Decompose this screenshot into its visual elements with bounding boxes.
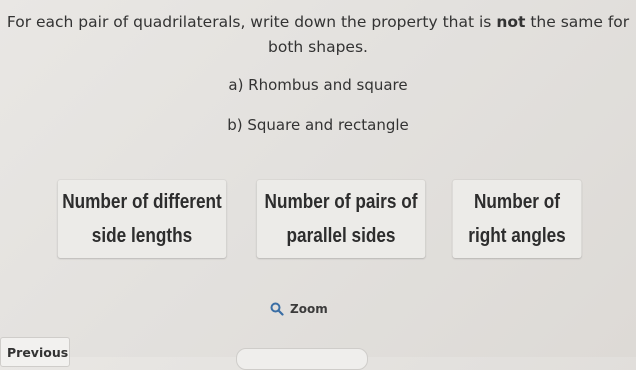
question-line-2: both shapes. — [268, 38, 368, 56]
part-a-label: a) Rhombus and square — [228, 76, 408, 94]
previous-label: Previous — [7, 345, 69, 360]
question-line-1: For each pair of quadrilaterals, write d… — [0, 10, 636, 35]
card-line: Number of — [474, 191, 560, 213]
bottom-control[interactable] — [236, 348, 368, 370]
card-line: right angles — [468, 225, 566, 247]
question-text-part: For each pair of quadrilaterals, write d… — [6, 13, 497, 31]
card-line: Number of pairs of — [264, 191, 418, 213]
card-line: side lengths — [91, 225, 193, 247]
magnifier-icon — [270, 302, 284, 316]
card-line: Number of different — [62, 191, 222, 213]
card-number-of-different-side-lengths[interactable]: Number of different side lengths — [57, 180, 227, 258]
card-line: parallel sides — [286, 225, 396, 247]
question-text-part: the same for — [525, 13, 630, 31]
part-b-label: b) Square and rectangle — [227, 116, 409, 134]
question-emphasis: not — [496, 13, 526, 31]
zoom-button[interactable]: Zoom — [270, 299, 328, 319]
card-number-of-pairs-of-parallel-sides[interactable]: Number of pairs of parallel sides — [256, 180, 426, 258]
zoom-label: Zoom — [290, 302, 328, 316]
question-text: For each pair of quadrilaterals, write d… — [0, 10, 636, 60]
card-number-of-right-angles[interactable]: Number of right angles — [452, 180, 582, 258]
previous-button[interactable]: Previous — [0, 337, 70, 367]
